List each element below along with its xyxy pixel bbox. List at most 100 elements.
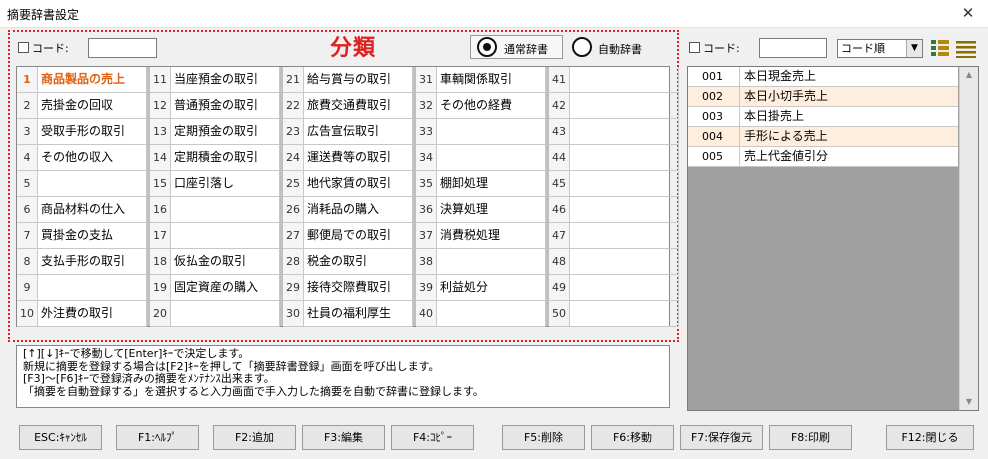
category-item[interactable] bbox=[570, 223, 679, 249]
f2-button[interactable]: F2:追加 bbox=[213, 425, 296, 450]
category-number[interactable]: 5 bbox=[17, 171, 38, 197]
category-number[interactable]: 2 bbox=[17, 93, 38, 119]
esc-button[interactable]: ESC:ｷｬﾝｾﾙ bbox=[19, 425, 102, 450]
category-number[interactable]: 17 bbox=[150, 223, 171, 249]
category-number[interactable]: 32 bbox=[416, 93, 437, 119]
category-number[interactable]: 26 bbox=[283, 197, 304, 223]
category-number[interactable]: 41 bbox=[549, 67, 570, 93]
category-number[interactable]: 28 bbox=[283, 249, 304, 275]
category-item[interactable] bbox=[570, 67, 679, 93]
category-item[interactable]: 仮払金の取引 bbox=[171, 249, 280, 275]
category-item[interactable] bbox=[437, 119, 546, 145]
category-item[interactable] bbox=[171, 301, 280, 327]
category-item[interactable] bbox=[570, 171, 679, 197]
category-number[interactable]: 15 bbox=[150, 171, 171, 197]
radio-normal-indicator[interactable] bbox=[477, 37, 497, 57]
category-number[interactable]: 35 bbox=[416, 171, 437, 197]
summary-row[interactable]: 003 本日掛売上 bbox=[688, 107, 958, 127]
category-item[interactable]: 社員の福利厚生 bbox=[304, 301, 413, 327]
category-item[interactable]: その他の経費 bbox=[437, 93, 546, 119]
category-number[interactable]: 30 bbox=[283, 301, 304, 327]
category-item[interactable]: 運送費等の取引 bbox=[304, 145, 413, 171]
summary-row[interactable]: 002 本日小切手売上 bbox=[688, 87, 958, 107]
category-number[interactable]: 1 bbox=[17, 67, 38, 93]
f5-button[interactable]: F5:削除 bbox=[502, 425, 585, 450]
category-number[interactable]: 50 bbox=[549, 301, 570, 327]
close-icon[interactable]: ✕ bbox=[956, 2, 980, 24]
f1-button[interactable]: F1:ﾍﾙﾌﾟ bbox=[116, 425, 199, 450]
category-item[interactable]: 支払手形の取引 bbox=[38, 249, 147, 275]
category-item[interactable] bbox=[570, 93, 679, 119]
category-item[interactable] bbox=[570, 119, 679, 145]
category-item[interactable]: 普通預金の取引 bbox=[171, 93, 280, 119]
category-number[interactable]: 22 bbox=[283, 93, 304, 119]
category-number[interactable]: 20 bbox=[150, 301, 171, 327]
category-number[interactable]: 27 bbox=[283, 223, 304, 249]
category-number[interactable]: 40 bbox=[416, 301, 437, 327]
category-item[interactable]: 利益処分 bbox=[437, 275, 546, 301]
category-number[interactable]: 4 bbox=[17, 145, 38, 171]
category-item[interactable]: 商品製品の売上 bbox=[38, 67, 147, 93]
radio-normal-dictionary[interactable]: 通常辞書 bbox=[470, 35, 563, 59]
category-item[interactable]: 郵便局での取引 bbox=[304, 223, 413, 249]
category-number[interactable]: 16 bbox=[150, 197, 171, 223]
category-item[interactable] bbox=[437, 249, 546, 275]
category-item[interactable] bbox=[38, 171, 147, 197]
sort-order-select[interactable]: コード順 ▼ bbox=[837, 39, 923, 58]
category-number[interactable]: 45 bbox=[549, 171, 570, 197]
left-code-input[interactable] bbox=[88, 38, 157, 58]
category-item[interactable]: 定期積金の取引 bbox=[171, 145, 280, 171]
f3-button[interactable]: F3:編集 bbox=[302, 425, 385, 450]
grid-view-icon[interactable] bbox=[929, 37, 951, 59]
category-number[interactable]: 47 bbox=[549, 223, 570, 249]
category-item[interactable]: 受取手形の取引 bbox=[38, 119, 147, 145]
left-code-checkbox[interactable] bbox=[18, 42, 29, 53]
list-scrollbar[interactable]: ▲ ▼ bbox=[959, 67, 978, 410]
category-item[interactable]: 外注費の取引 bbox=[38, 301, 147, 327]
summary-row[interactable]: 005 売上代金値引分 bbox=[688, 147, 958, 167]
category-number[interactable]: 3 bbox=[17, 119, 38, 145]
category-number[interactable]: 18 bbox=[150, 249, 171, 275]
category-item[interactable]: 接待交際費取引 bbox=[304, 275, 413, 301]
category-item[interactable] bbox=[570, 301, 679, 327]
category-number[interactable]: 48 bbox=[549, 249, 570, 275]
category-item[interactable] bbox=[437, 301, 546, 327]
category-number[interactable]: 7 bbox=[17, 223, 38, 249]
category-item[interactable]: 消費税処理 bbox=[437, 223, 546, 249]
category-number[interactable]: 9 bbox=[17, 275, 38, 301]
category-number[interactable]: 38 bbox=[416, 249, 437, 275]
category-item[interactable]: 商品材料の仕入 bbox=[38, 197, 147, 223]
category-item[interactable]: 固定資産の購入 bbox=[171, 275, 280, 301]
category-number[interactable]: 37 bbox=[416, 223, 437, 249]
category-item[interactable] bbox=[38, 275, 147, 301]
right-code-input[interactable] bbox=[759, 38, 827, 58]
f12-button[interactable]: F12:閉じる bbox=[886, 425, 974, 450]
category-item[interactable] bbox=[570, 249, 679, 275]
category-item[interactable]: 給与賞与の取引 bbox=[304, 67, 413, 93]
category-item[interactable]: 旅費交通費取引 bbox=[304, 93, 413, 119]
category-number[interactable]: 33 bbox=[416, 119, 437, 145]
category-number[interactable]: 31 bbox=[416, 67, 437, 93]
list-view-icon[interactable] bbox=[955, 37, 977, 59]
category-number[interactable]: 39 bbox=[416, 275, 437, 301]
chevron-down-icon[interactable]: ▼ bbox=[906, 40, 922, 57]
category-item[interactable]: 車輌関係取引 bbox=[437, 67, 546, 93]
category-item[interactable]: 広告宣伝取引 bbox=[304, 119, 413, 145]
summary-row[interactable]: 004 手形による売上 bbox=[688, 127, 958, 147]
category-number[interactable]: 11 bbox=[150, 67, 171, 93]
summary-row[interactable]: 001 本日現金売上 bbox=[688, 67, 958, 87]
category-item[interactable] bbox=[570, 197, 679, 223]
category-item[interactable]: 消耗品の購入 bbox=[304, 197, 413, 223]
category-item[interactable] bbox=[437, 145, 546, 171]
category-number[interactable]: 12 bbox=[150, 93, 171, 119]
right-code-checkbox[interactable] bbox=[689, 42, 700, 53]
category-number[interactable]: 19 bbox=[150, 275, 171, 301]
category-number[interactable]: 46 bbox=[549, 197, 570, 223]
category-item[interactable] bbox=[171, 197, 280, 223]
radio-auto-indicator[interactable] bbox=[572, 37, 592, 57]
category-number[interactable]: 25 bbox=[283, 171, 304, 197]
category-item[interactable]: 買掛金の支払 bbox=[38, 223, 147, 249]
scroll-up-icon[interactable]: ▲ bbox=[960, 67, 978, 83]
category-item[interactable]: 棚卸処理 bbox=[437, 171, 546, 197]
category-number[interactable]: 49 bbox=[549, 275, 570, 301]
